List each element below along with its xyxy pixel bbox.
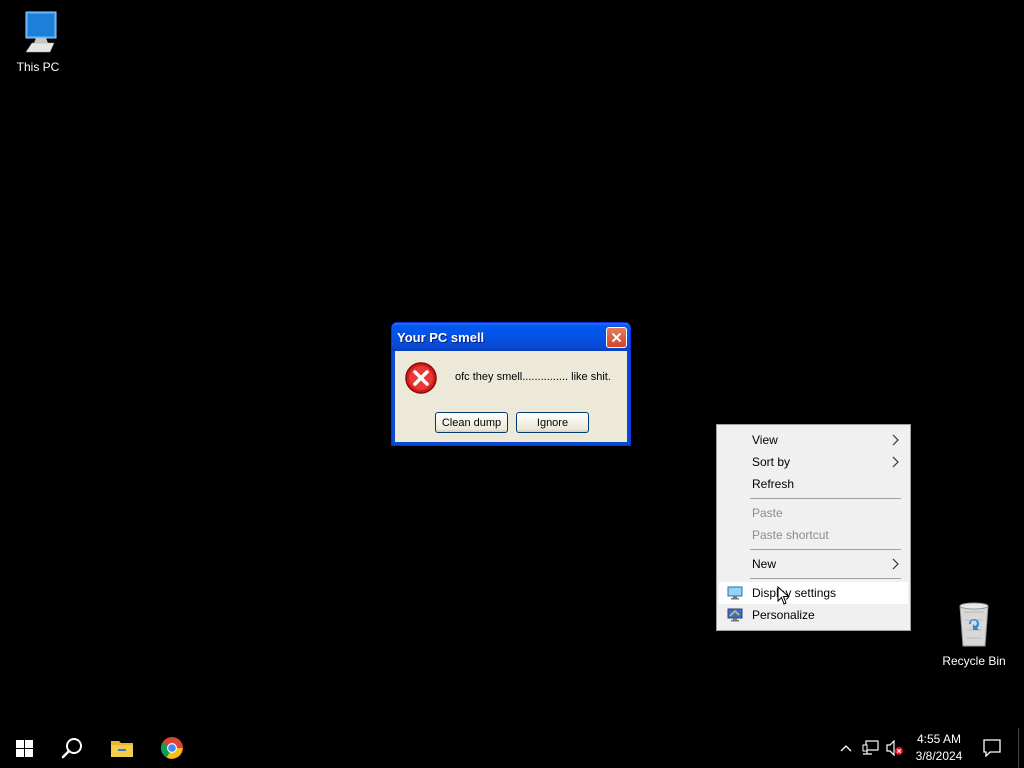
dialog-title: Your PC smell — [397, 329, 485, 345]
menu-item-personalize-label: Personalize — [752, 608, 815, 622]
clock-time: 4:55 AM — [916, 732, 962, 746]
menu-separator — [750, 498, 901, 499]
error-icon — [405, 362, 437, 394]
notification-icon — [983, 739, 1001, 757]
menu-item-personalize[interactable]: Personalize — [719, 604, 908, 626]
menu-item-paste[interactable]: Paste — [719, 502, 908, 524]
dialog-close-button[interactable] — [606, 327, 627, 348]
menu-item-refresh[interactable]: Refresh — [719, 473, 908, 495]
menu-item-new-label: New — [752, 557, 777, 571]
search-button[interactable] — [48, 728, 96, 768]
menu-separator — [750, 578, 901, 579]
volume-muted-icon — [886, 740, 903, 756]
network-tray-button[interactable] — [860, 728, 882, 768]
file-explorer-icon — [111, 741, 133, 757]
action-center-button[interactable] — [976, 728, 1008, 768]
computer-icon — [25, 11, 57, 53]
chevron-right-icon — [892, 456, 899, 468]
dialog-message: ofc they smell............... like shit. — [455, 371, 611, 383]
chrome-icon — [161, 737, 183, 759]
taskbar-clock[interactable]: 4:55 AM 3/8/2024 — [908, 728, 970, 768]
this-pc-label: This PC — [16, 60, 60, 74]
menu-item-view[interactable]: View — [719, 429, 908, 451]
menu-item-sort-by-label: Sort by — [752, 455, 791, 469]
menu-item-refresh-label: Refresh — [752, 477, 795, 491]
chevron-right-icon — [892, 434, 899, 446]
menu-item-paste-shortcut-label: Paste shortcut — [752, 528, 829, 542]
clock-date: 3/8/2024 — [915, 749, 963, 763]
volume-tray-button[interactable] — [884, 728, 906, 768]
show-desktop-button[interactable] — [1018, 728, 1024, 768]
menu-separator — [750, 549, 901, 550]
desktop-context-menu: View Sort by Refresh Paste Paste shortcu… — [716, 424, 911, 631]
start-icon — [15, 739, 33, 757]
desktop-icon-this-pc[interactable]: This PC — [0, 8, 76, 74]
clean-dump-button[interactable]: Clean dump — [435, 412, 508, 433]
error-dialog: Your PC smell ofc they smell............… — [391, 322, 631, 446]
start-button[interactable] — [0, 728, 48, 768]
desktop-icon-recycle-bin[interactable]: Recycle Bin — [936, 600, 1012, 668]
file-explorer-button[interactable] — [98, 728, 146, 768]
close-icon — [611, 332, 622, 343]
chevron-up-icon — [840, 745, 852, 752]
network-icon — [862, 740, 879, 755]
menu-item-paste-shortcut[interactable]: Paste shortcut — [719, 524, 908, 546]
display-icon — [727, 586, 743, 600]
menu-item-view-label: View — [752, 433, 778, 447]
dialog-titlebar[interactable]: Your PC smell — [392, 323, 630, 351]
chevron-right-icon — [892, 558, 899, 570]
menu-item-sort-by[interactable]: Sort by — [719, 451, 908, 473]
menu-item-display-settings[interactable]: Display settings — [719, 582, 908, 604]
menu-item-paste-label: Paste — [752, 506, 783, 520]
ignore-button[interactable]: Ignore — [516, 412, 589, 433]
chrome-button[interactable] — [148, 728, 196, 768]
personalize-icon — [727, 608, 743, 622]
recycle-bin-label: Recycle Bin — [942, 654, 1006, 668]
recycle-bin-icon — [959, 602, 989, 647]
menu-item-display-settings-label: Display settings — [752, 586, 837, 600]
taskbar: 4:55 AM 3/8/2024 — [0, 728, 1024, 768]
show-hidden-icons-button[interactable] — [836, 728, 856, 768]
mouse-cursor-icon — [777, 586, 790, 605]
menu-item-new[interactable]: New — [719, 553, 908, 575]
search-icon — [61, 738, 82, 759]
